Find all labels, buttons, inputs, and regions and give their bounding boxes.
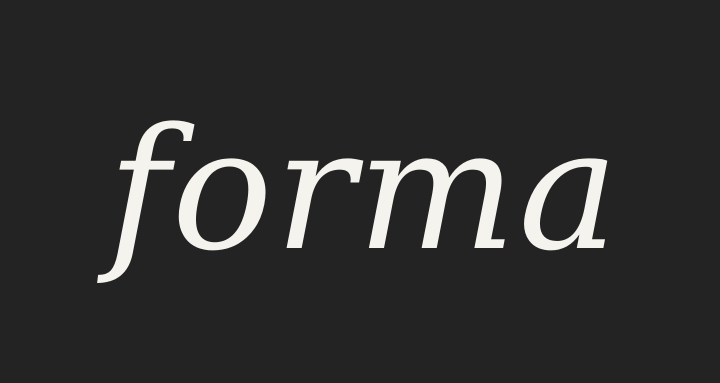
forma-wordmark: forma xyxy=(107,91,621,288)
wordmark-container: forma xyxy=(0,0,720,383)
logo-canvas: forma xyxy=(0,0,720,383)
